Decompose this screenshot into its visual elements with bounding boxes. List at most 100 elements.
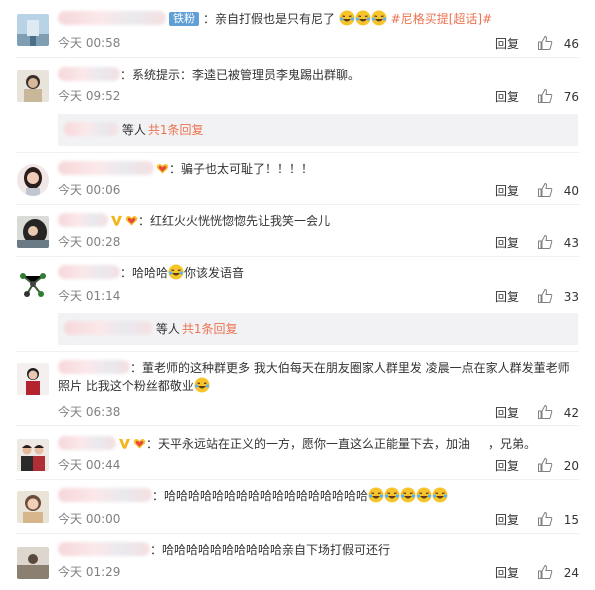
thumbs-up-icon[interactable] [537, 35, 553, 51]
thumbs-up-icon[interactable] [537, 564, 553, 580]
comment-time: 今天 00:06 [58, 183, 121, 197]
reply-button[interactable]: 回复 [495, 566, 519, 580]
comment-actions: 回复 15 [495, 511, 579, 528]
like-count: 42 [563, 406, 579, 420]
laughing-tears-emoji [400, 487, 416, 503]
comment-time: 今天 06:38 [58, 405, 121, 419]
comment-time: 今天 00:44 [58, 458, 121, 472]
username-blurred[interactable] [58, 488, 152, 502]
like-count: 24 [563, 566, 579, 580]
comment-text: ：天平永远站在正义的一方，愿你一直这么正能量下去，加油 ，兄弟。 [58, 435, 578, 453]
laughing-tears-emoji [368, 487, 384, 503]
reply-button[interactable]: 回复 [495, 37, 519, 51]
thumbs-up-icon[interactable] [537, 182, 553, 198]
comment-text: ：哈哈哈 你该发语音 [58, 264, 578, 282]
divider [16, 533, 579, 534]
avatar[interactable] [17, 439, 49, 471]
comment-text: ：红红火火恍恍惚惚先让我笑一会儿 [58, 212, 578, 230]
comment-actions: 回复 46 [495, 35, 579, 52]
avatar[interactable] [17, 491, 49, 523]
username-blurred[interactable] [58, 360, 130, 374]
sub-replies-summary[interactable]: 等人 共1条回复 [58, 114, 578, 146]
divider [16, 425, 579, 426]
username-blurred[interactable] [58, 11, 166, 25]
username-blurred[interactable] [58, 542, 150, 556]
fan-heart-icon [156, 164, 169, 174]
laughing-tears-emoji [168, 264, 184, 280]
comment-time: 今天 00:00 [58, 512, 121, 526]
comment-actions: 回复 33 [495, 288, 579, 305]
reply-button[interactable]: 回复 [495, 459, 519, 473]
laughing-tears-emoji [339, 10, 355, 26]
divider [16, 152, 579, 153]
avatar[interactable] [17, 216, 49, 248]
fan-heart-icon [125, 216, 138, 226]
fan-heart-icon [133, 439, 146, 449]
avatar[interactable] [17, 164, 49, 196]
like-count: 76 [563, 90, 579, 104]
laughing-tears-emoji [194, 377, 210, 393]
reply-button[interactable]: 回复 [495, 406, 519, 420]
avatar[interactable] [17, 268, 49, 300]
comment-actions: 回复 40 [495, 182, 579, 199]
laughing-tears-emoji [432, 487, 448, 503]
comment-actions: 回复 20 [495, 457, 579, 474]
laughing-tears-emoji [416, 487, 432, 503]
comment-actions: 回复 24 [495, 564, 579, 581]
thumbs-up-icon[interactable] [537, 404, 553, 420]
comment-actions: 回复 76 [495, 88, 579, 105]
username-blurred[interactable] [58, 161, 154, 175]
fan-badge[interactable]: 铁粉 [169, 12, 199, 26]
laughing-tears-emoji [355, 10, 371, 26]
topic-link[interactable]: #尼格买提[超话]# [391, 12, 492, 26]
reply-button[interactable]: 回复 [495, 90, 519, 104]
username-blurred[interactable] [58, 67, 120, 81]
thumbs-up-icon[interactable] [537, 88, 553, 104]
username-blurred[interactable] [64, 321, 152, 335]
divider [16, 351, 579, 352]
username-blurred[interactable] [58, 436, 116, 450]
comment-time: 今天 01:14 [58, 289, 121, 303]
thumbs-up-icon[interactable] [537, 457, 553, 473]
view-replies-link[interactable]: 共1条回复 [148, 123, 204, 137]
comment-text: ：哈哈哈哈哈哈哈哈哈哈哈哈哈哈哈哈哈 [58, 487, 578, 505]
like-count: 40 [563, 184, 579, 198]
like-count: 15 [563, 513, 579, 527]
comment-time: 今天 09:52 [58, 89, 121, 103]
comment-time: 今天 00:28 [58, 235, 121, 249]
emoji-list [368, 487, 448, 503]
comment-actions: 回复 43 [495, 234, 579, 251]
divider [16, 57, 579, 58]
avatar[interactable] [17, 70, 49, 102]
view-replies-link[interactable]: 共1条回复 [182, 322, 238, 336]
divider [16, 256, 579, 257]
avatar[interactable] [17, 363, 49, 395]
divider [16, 479, 579, 480]
comment-time: 今天 00:58 [58, 36, 121, 50]
username-blurred[interactable] [58, 265, 120, 279]
avatar[interactable] [17, 547, 49, 579]
comment-actions: 回复 42 [495, 404, 579, 421]
vip-v-icon [110, 215, 123, 226]
like-count: 43 [563, 236, 579, 250]
thumbs-up-icon[interactable] [537, 511, 553, 527]
like-count: 20 [563, 459, 579, 473]
comment-text: ：系统提示：李逵已被管理员李鬼踢出群聊。 [58, 66, 578, 84]
username-blurred[interactable] [64, 122, 118, 136]
thumbs-up-icon[interactable] [537, 288, 553, 304]
reply-button[interactable]: 回复 [495, 184, 519, 198]
comment-text: ：哈哈哈哈哈哈哈哈哈哈亲自下场打假可还行 [58, 541, 578, 559]
divider [16, 204, 579, 205]
comment-text: ：骗子也太可耻了！！！！ [58, 160, 578, 178]
reply-button[interactable]: 回复 [495, 513, 519, 527]
sub-replies-summary[interactable]: 等人 共1条回复 [58, 313, 578, 345]
thumbs-up-icon[interactable] [537, 234, 553, 250]
comment-text: ：董老师的这种群更多 我大伯每天在朋友圈家人群里发 凌晨一点在家人群发董老师照片… [58, 360, 570, 393]
reply-button[interactable]: 回复 [495, 290, 519, 304]
reply-button[interactable]: 回复 [495, 236, 519, 250]
username-blurred[interactable] [58, 213, 108, 227]
laughing-tears-emoji [371, 10, 387, 26]
avatar[interactable] [17, 14, 49, 46]
like-count: 46 [563, 37, 579, 51]
emoji-list [335, 10, 391, 26]
